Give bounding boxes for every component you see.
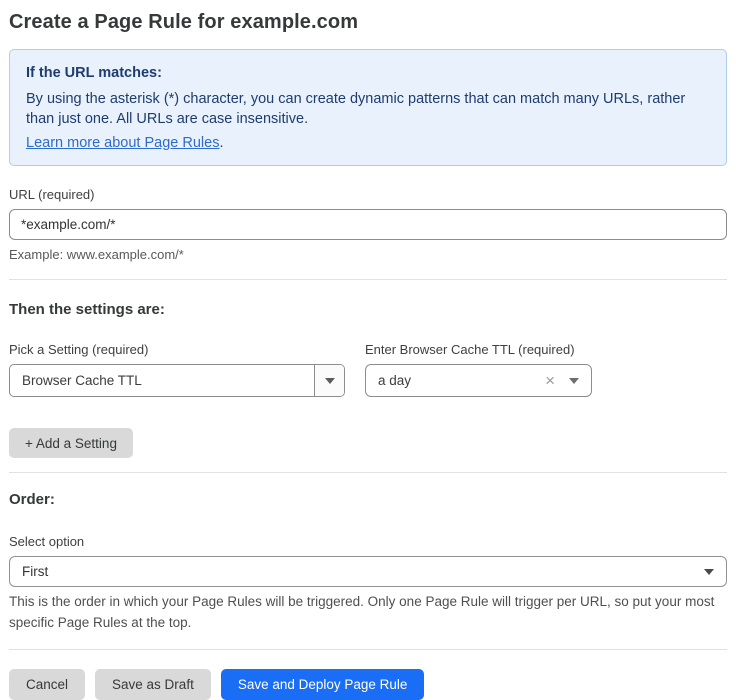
url-example-text: Example: www.example.com/* xyxy=(9,247,727,262)
section-divider xyxy=(9,472,727,473)
setting-select-label: Pick a Setting (required) xyxy=(9,342,345,357)
info-box-heading: If the URL matches: xyxy=(26,63,710,84)
ttl-select-group: Enter Browser Cache TTL (required) a day… xyxy=(365,342,592,397)
setting-select-group: Pick a Setting (required) Browser Cache … xyxy=(9,342,345,397)
info-box-body: By using the asterisk (*) character, you… xyxy=(26,89,686,130)
setting-select-arrow-section[interactable] xyxy=(314,365,344,396)
setting-select-dropdown[interactable]: Browser Cache TTL xyxy=(9,364,345,397)
info-link-row: Learn more about Page Rules. xyxy=(26,133,710,154)
order-select-dropdown[interactable]: First xyxy=(9,556,727,587)
settings-section: Then the settings are: Pick a Setting (r… xyxy=(9,301,727,458)
info-box: If the URL matches: By using the asteris… xyxy=(9,49,727,166)
ttl-select-dropdown[interactable]: a day × xyxy=(365,364,592,397)
order-select-label: Select option xyxy=(9,534,727,549)
ttl-select-value: a day xyxy=(378,373,545,388)
ttl-select-label: Enter Browser Cache TTL (required) xyxy=(365,342,592,357)
chevron-down-icon xyxy=(704,569,714,575)
settings-heading: Then the settings are: xyxy=(9,301,727,318)
link-period: . xyxy=(219,135,223,151)
url-label: URL (required) xyxy=(9,187,727,202)
order-select-value: First xyxy=(22,564,704,579)
url-field-group: URL (required) Example: www.example.com/… xyxy=(9,187,727,262)
cancel-button[interactable]: Cancel xyxy=(9,669,85,700)
settings-columns: Pick a Setting (required) Browser Cache … xyxy=(9,342,727,397)
setting-select-value: Browser Cache TTL xyxy=(10,373,314,388)
page-title: Create a Page Rule for example.com xyxy=(9,11,727,34)
page-rule-form: Create a Page Rule for example.com If th… xyxy=(9,11,727,700)
url-input[interactable] xyxy=(9,209,727,240)
chevron-down-icon xyxy=(325,378,335,384)
chevron-down-icon xyxy=(569,378,579,384)
footer-divider xyxy=(9,649,727,650)
order-section: Order: Select option First This is the o… xyxy=(9,491,727,634)
save-and-deploy-button[interactable]: Save and Deploy Page Rule xyxy=(221,669,425,700)
learn-more-link[interactable]: Learn more about Page Rules xyxy=(26,135,219,151)
order-heading: Order: xyxy=(9,491,727,508)
order-help-text: This is the order in which your Page Rul… xyxy=(9,592,719,634)
footer-actions: Cancel Save as Draft Save and Deploy Pag… xyxy=(9,669,727,700)
add-setting-button[interactable]: + Add a Setting xyxy=(9,428,133,458)
section-divider xyxy=(9,279,727,280)
clear-icon[interactable]: × xyxy=(545,372,555,389)
save-as-draft-button[interactable]: Save as Draft xyxy=(95,669,211,700)
